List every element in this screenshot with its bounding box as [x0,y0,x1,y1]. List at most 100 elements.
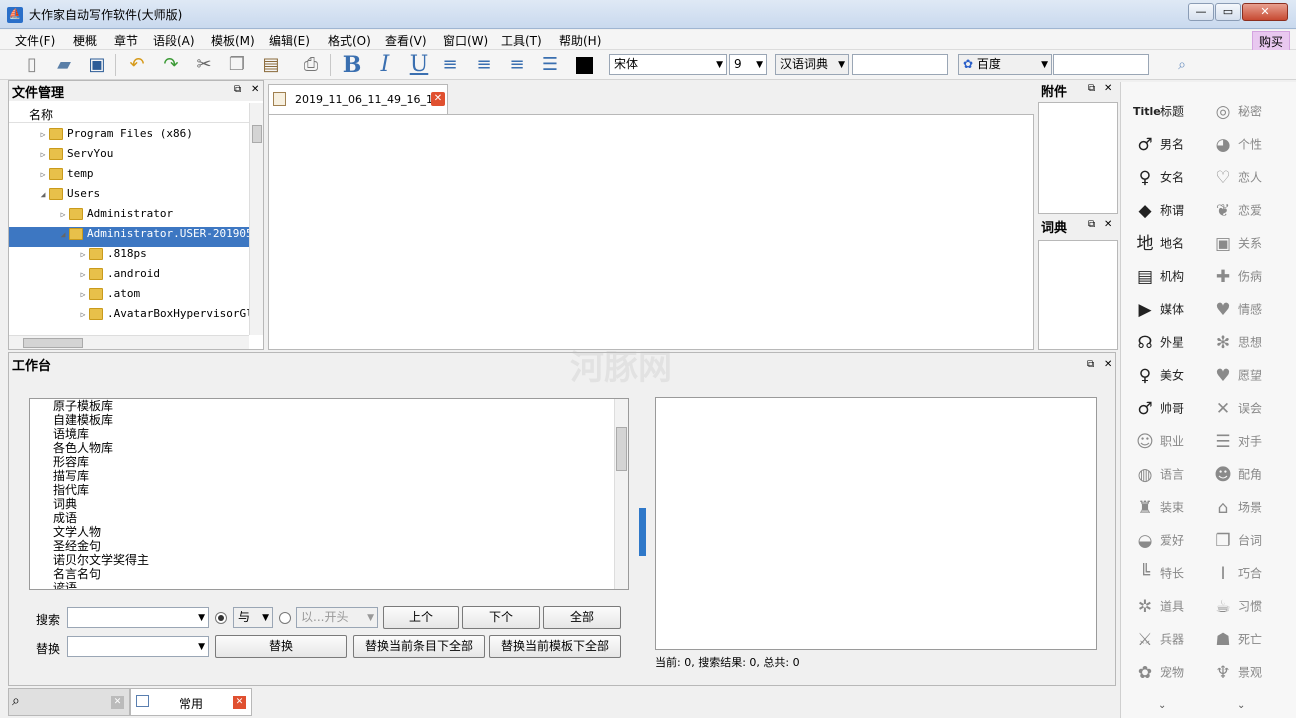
next-button[interactable]: 下个 [462,606,540,629]
copy-icon[interactable]: ❐ [225,53,249,77]
workbench-close-icon[interactable]: ✕ [1104,359,1112,370]
menu-template[interactable]: 模板(M) [211,32,255,49]
sidebar-item[interactable]: ⚔ 兵器 [1133,628,1213,658]
minimize-button[interactable]: — [1188,3,1214,21]
underline-icon[interactable]: U [407,53,431,77]
tab-close-icon[interactable]: ✕ [111,696,124,709]
menu-outline[interactable]: 梗概 [73,32,97,49]
menu-file[interactable]: 文件(F) [15,32,55,49]
menu-edit[interactable]: 编辑(E) [269,32,310,49]
menu-window[interactable]: 窗口(W) [443,32,488,49]
expand-icon[interactable]: ◢ [57,230,69,239]
sidebar-item[interactable]: ✚ 伤病 [1211,265,1291,295]
library-item[interactable]: 语境库 [53,427,628,441]
web-search-input[interactable] [1053,54,1149,75]
tree-node[interactable]: ◢ Administrator.USER-2019052 [9,227,249,247]
replace-entry-button[interactable]: 替换当前条目下全部 [353,635,485,658]
align-left-icon[interactable]: ≡ [438,53,462,77]
logic-select[interactable]: 与 ▼ [233,607,273,628]
attachment-close-icon[interactable]: ✕ [1104,83,1112,94]
menu-help[interactable]: 帮助(H) [559,32,601,49]
sidebar-item[interactable]: ✻ 思想 [1211,331,1291,361]
print-icon[interactable]: ⎙ [299,53,323,77]
sidebar-item[interactable]: ⌂ 场景 [1211,496,1291,526]
sidebar-item[interactable]: ♀ 女名 [1133,166,1213,196]
maximize-button[interactable]: ▭ [1215,3,1241,21]
tree-node[interactable]: ▷ .android [9,267,160,287]
sidebar-item[interactable]: ▤ 机构 [1133,265,1213,295]
new-file-icon[interactable]: ▯ [20,53,44,77]
expand-icon[interactable]: ▷ [77,310,89,319]
sidebar-item[interactable]: ♥ 情感 [1211,298,1291,328]
align-center-icon[interactable]: ≡ [472,53,496,77]
tree-node[interactable]: ◢ Users [9,187,100,207]
library-scrollbar[interactable] [614,399,628,589]
save-icon[interactable]: ▣ [85,53,109,77]
float-icon[interactable]: ⧉ [1088,219,1095,230]
library-item[interactable]: 各色人物库 [53,441,628,455]
sidebar-item[interactable]: ☰ 对手 [1211,430,1291,460]
sidebar-item[interactable]: ♡ 恋人 [1211,166,1291,196]
sidebar-item[interactable]: ❦ 恋爱 [1211,199,1291,229]
bold-icon[interactable]: B [340,53,364,77]
library-item[interactable]: 诺贝尔文学奖得主 [53,553,628,567]
search-tab[interactable]: ⌕ ✕ [8,688,130,716]
menu-format[interactable]: 格式(O) [328,32,371,49]
sidebar-item[interactable]: ▶ 媒体 [1133,298,1213,328]
library-item[interactable]: 原子模板库 [53,399,628,413]
float-icon[interactable]: ⧉ [1088,83,1095,94]
sidebar-item[interactable]: 地地名 [1133,232,1213,262]
sidebar-item[interactable]: ✲ 道具 [1133,595,1213,625]
attachment-content[interactable] [1038,102,1118,214]
sidebar-item[interactable]: ♆ 景观 [1211,661,1291,691]
expand-icon[interactable]: ▷ [77,270,89,279]
scroll-thumb[interactable] [23,338,83,348]
sidebar-item[interactable]: ╚ 特长 [1133,562,1213,592]
library-item[interactable]: 文学人物 [53,525,628,539]
dictionary-content[interactable] [1038,240,1118,350]
tree-node[interactable]: ▷ ServYou [9,147,113,167]
expand-icon[interactable]: ▷ [37,130,49,139]
sidebar-item[interactable]: ◒ 爱好 [1133,529,1213,559]
sidebar-more-icon[interactable]: ⌄ [1158,700,1166,711]
sidebar-item[interactable]: ♂ 男名 [1133,133,1213,163]
paste-icon[interactable]: ▤ [259,53,283,77]
font-select[interactable]: 宋体 ▼ [609,54,727,75]
float-icon[interactable]: ⧉ [1087,359,1094,370]
document-tab[interactable]: 2019_11_06_11_49_16_1 ✕ [268,84,448,114]
file-panel-close-icon[interactable]: ✕ [251,84,259,95]
justify-icon[interactable]: ☰ [538,53,562,77]
all-button[interactable]: 全部 [543,606,621,629]
expand-icon[interactable]: ▷ [37,170,49,179]
sidebar-item[interactable]: ◕ 个性 [1211,133,1291,163]
sidebar-item[interactable]: ♥ 愿望 [1211,364,1291,394]
replace-button[interactable]: 替换 [215,635,347,658]
dictionary-close-icon[interactable]: ✕ [1104,219,1112,230]
sidebar-item[interactable]: I 巧合 [1211,562,1291,592]
close-button[interactable]: ✕ [1242,3,1288,21]
tree-node[interactable]: ▷ .AvatarBoxHypervisorGl [9,307,249,327]
sidebar-item[interactable]: ◆ 称谓 [1133,199,1213,229]
scroll-thumb[interactable] [616,427,627,471]
tree-node[interactable]: ▷ Administrator [9,207,173,227]
starts-with-radio[interactable] [279,612,291,624]
library-list[interactable]: 原子模板库 自建模板库 语境库 各色人物库 形容库 描写库 指代库 词典 成语 文学人物 圣经金句诺… [29,398,629,590]
buy-button[interactable]: 购买 [1251,31,1290,52]
expand-icon[interactable]: ▷ [77,250,89,259]
tab-close-icon[interactable]: ✕ [431,92,445,106]
redo-icon[interactable]: ↷ [159,53,183,77]
menu-chapter[interactable]: 章节 [114,32,138,49]
library-item[interactable]: 描写库 [53,469,628,483]
tree-node[interactable]: ▷ .818ps [9,247,147,267]
tree-node[interactable]: ▷ temp [9,167,94,187]
tab-close-icon[interactable]: ✕ [233,696,246,709]
sidebar-more-icon[interactable]: ⌄ [1237,700,1245,711]
tree-node[interactable]: ▷ Program Files (x86) [9,127,193,147]
library-item[interactable]: 指代库 [53,483,628,497]
sidebar-item[interactable]: ☗ 死亡 [1211,628,1291,658]
sidebar-item[interactable]: ♜ 装束 [1133,496,1213,526]
font-size-select[interactable]: 9 ▼ [729,54,767,75]
dictionary-mode-select[interactable]: 汉语词典 ▼ [775,54,849,75]
name-column-header[interactable]: 名称 [9,103,249,123]
library-item[interactable]: 自建模板库 [53,413,628,427]
